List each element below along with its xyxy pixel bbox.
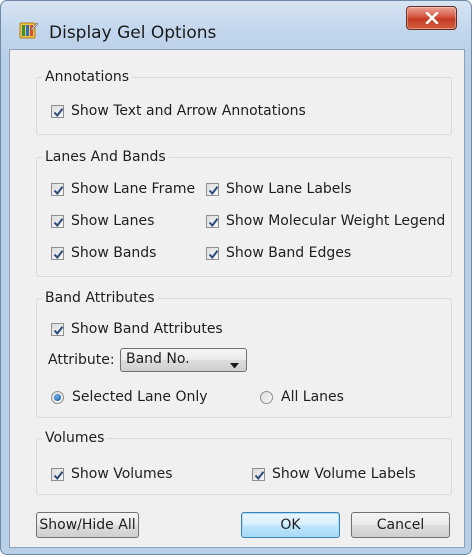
show-volume-labels-checkbox[interactable]: Show Volume Labels: [252, 466, 416, 482]
gel-app-icon: [19, 21, 39, 41]
show-band-edges-checkbox[interactable]: Show Band Edges: [206, 245, 351, 261]
checkbox-box: [206, 182, 219, 196]
attribute-dropdown-value: Band No.: [126, 351, 190, 367]
check-mark-icon: [53, 325, 64, 335]
check-mark-icon: [53, 107, 64, 117]
checkbox-box: [51, 467, 64, 481]
band-attributes-group-title: Band Attributes: [42, 290, 158, 306]
show-lane-labels-checkbox[interactable]: Show Lane Labels: [206, 181, 352, 197]
check-mark-icon: [53, 249, 64, 259]
checkbox-box: [252, 467, 265, 481]
checkbox-label: Show Molecular Weight Legend: [226, 213, 446, 229]
selected-lane-only-radio[interactable]: Selected Lane Only: [51, 389, 208, 405]
attribute-dropdown[interactable]: Band No.: [120, 348, 247, 372]
check-mark-icon: [53, 470, 64, 480]
attribute-label: Attribute:: [48, 352, 115, 368]
show-hide-all-button[interactable]: Show/Hide All: [36, 512, 139, 538]
volumes-group-title: Volumes: [42, 430, 108, 446]
check-mark-icon: [254, 470, 265, 480]
close-icon: [425, 9, 439, 28]
check-mark-icon: [208, 185, 219, 195]
checkbox-label: Show Lanes: [71, 213, 155, 229]
radio-circle: [51, 390, 64, 404]
show-bands-checkbox[interactable]: Show Bands: [51, 245, 156, 261]
check-mark-icon: [208, 217, 219, 227]
show-lane-frame-checkbox[interactable]: Show Lane Frame: [51, 181, 195, 197]
radio-selected-dot: [54, 393, 61, 401]
check-mark-icon: [208, 249, 219, 259]
window-title: Display Gel Options: [49, 23, 217, 43]
checkbox-box: [51, 322, 64, 336]
dialog-window: Display Gel Options Annotations Show Tex…: [0, 0, 472, 555]
checkbox-box: [51, 182, 64, 196]
show-volumes-checkbox[interactable]: Show Volumes: [51, 466, 173, 482]
lanes-and-bands-group-title: Lanes And Bands: [42, 149, 169, 165]
show-molecular-weight-legend-checkbox[interactable]: Show Molecular Weight Legend: [206, 213, 445, 229]
checkbox-box: [51, 104, 64, 118]
check-mark-icon: [53, 185, 64, 195]
show-lanes-checkbox[interactable]: Show Lanes: [51, 213, 154, 229]
radio-label: All Lanes: [281, 389, 344, 405]
check-mark-icon: [53, 217, 64, 227]
checkbox-label: Show Band Edges: [226, 245, 352, 261]
title-bar[interactable]: Display Gel Options: [1, 1, 471, 45]
radio-label: Selected Lane Only: [72, 389, 208, 405]
checkbox-label: Show Band Attributes: [71, 321, 223, 337]
checkbox-label: Show Volumes: [71, 466, 173, 482]
cancel-button[interactable]: Cancel: [351, 512, 450, 538]
ok-button[interactable]: OK: [241, 512, 340, 538]
show-text-arrow-annotations-checkbox[interactable]: Show Text and Arrow Annotations: [51, 103, 306, 119]
all-lanes-radio[interactable]: All Lanes: [260, 389, 344, 405]
checkbox-box: [51, 214, 64, 228]
annotations-group-title: Annotations: [42, 69, 133, 85]
checkbox-label: Show Bands: [71, 245, 157, 261]
radio-circle: [260, 390, 273, 404]
close-button[interactable]: [406, 6, 457, 30]
checkbox-label: Show Lane Labels: [226, 181, 352, 197]
show-band-attributes-checkbox[interactable]: Show Band Attributes: [51, 321, 223, 337]
dialog-client-area: Annotations Show Text and Arrow Annotati…: [9, 49, 465, 548]
checkbox-box: [51, 246, 64, 260]
checkbox-box: [206, 214, 219, 228]
checkbox-label: Show Volume Labels: [272, 466, 416, 482]
checkbox-label: Show Text and Arrow Annotations: [71, 103, 306, 119]
checkbox-box: [206, 246, 219, 260]
dropdown-arrow-icon: [230, 357, 239, 373]
checkbox-label: Show Lane Frame: [71, 181, 196, 197]
